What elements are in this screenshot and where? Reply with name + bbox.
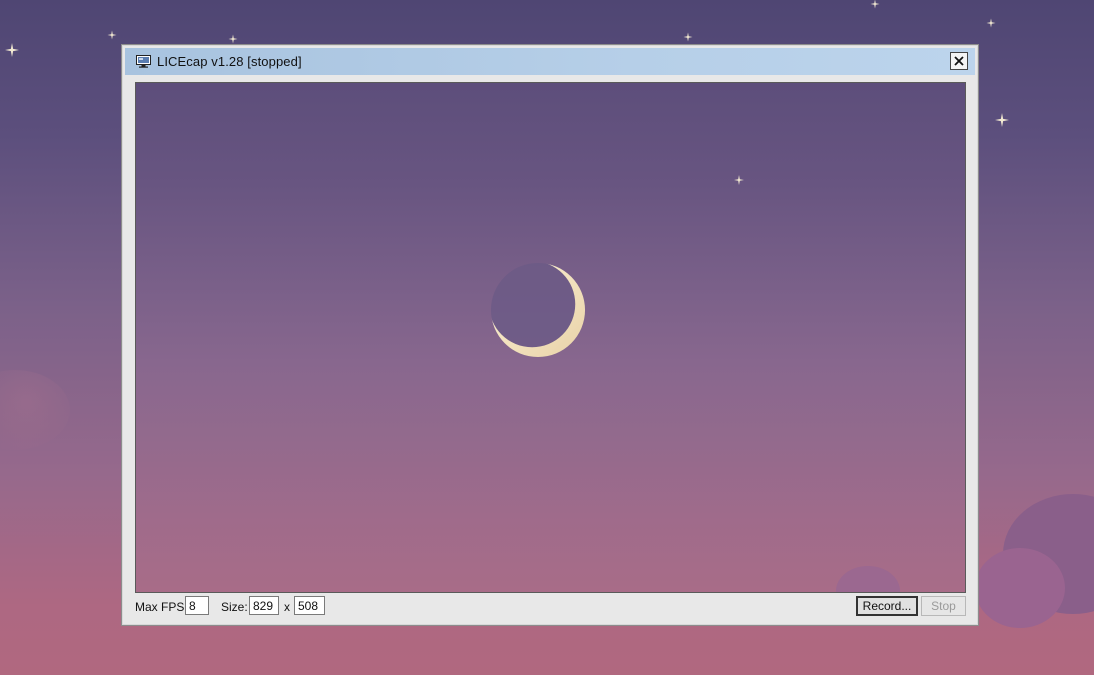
desktop-star-icon <box>5 43 19 57</box>
width-input[interactable] <box>249 596 279 615</box>
controls-bar: Max FPS: Size: x Record... Stop <box>122 595 978 619</box>
licecap-window[interactable]: LICEcap v1.28 [stopped] Max FPS: 8 Size:… <box>121 44 979 626</box>
desktop-cloud <box>975 548 1065 628</box>
desktop-star-icon <box>683 32 693 42</box>
monitor-icon <box>136 55 151 68</box>
desktop-star-icon <box>995 113 1009 127</box>
record-button[interactable]: Record... <box>856 596 918 616</box>
close-icon <box>954 56 964 66</box>
cloud-shape <box>836 566 900 592</box>
desktop-star-icon <box>986 18 996 28</box>
max-fps-label: Max FPS: <box>135 600 188 614</box>
desktop-star-icon <box>228 34 238 44</box>
size-label: Size: <box>221 600 248 614</box>
window-title: LICEcap v1.28 [stopped] <box>157 54 302 69</box>
max-fps-input[interactable] <box>185 596 209 615</box>
desktop-star-icon <box>870 0 880 9</box>
size-separator: x <box>284 600 290 614</box>
window-titlebar[interactable]: LICEcap v1.28 [stopped] <box>125 48 975 75</box>
close-button[interactable] <box>950 52 968 70</box>
height-input[interactable] <box>294 596 325 615</box>
crescent-moon-icon <box>489 261 587 359</box>
star-icon <box>734 175 744 185</box>
stop-button[interactable]: Stop <box>921 596 966 616</box>
desktop-star-icon <box>107 30 117 40</box>
desktop-cloud <box>0 370 70 450</box>
capture-region[interactable] <box>135 82 966 593</box>
